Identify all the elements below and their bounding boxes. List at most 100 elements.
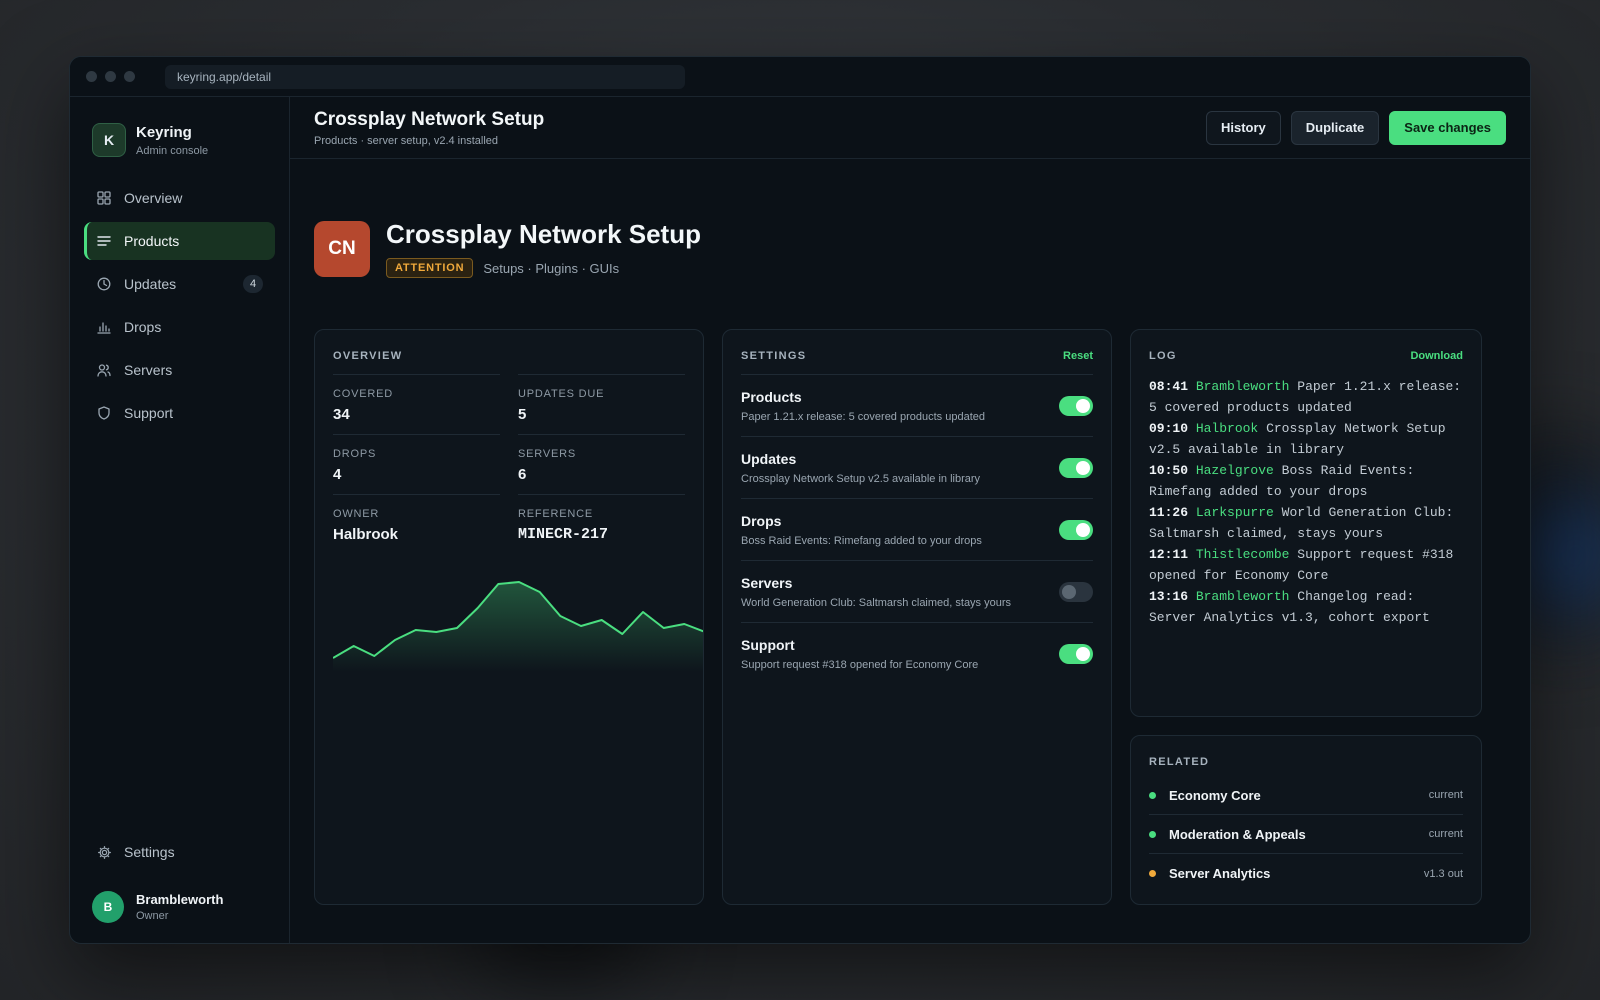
log-user: Thistlecombe — [1195, 547, 1290, 562]
card-heading: RELATED — [1149, 756, 1210, 768]
setting-description: World Generation Club: Saltmarsh claimed… — [741, 596, 1012, 609]
log-text: Boss Raid Events: Rimefang added to your… — [1149, 463, 1415, 499]
sidebar-item-support[interactable]: Support — [84, 394, 275, 432]
product-logo: CN — [314, 220, 370, 277]
updates-count-badge: 4 — [243, 275, 263, 293]
drops-toggle[interactable] — [1059, 519, 1093, 540]
log-user: Hazelgrove — [1195, 463, 1274, 478]
window-minimize-dot[interactable] — [105, 71, 116, 82]
stat-value: MINECR-217 — [518, 526, 609, 543]
stat-value: 4 — [333, 466, 342, 483]
sidebar-item-products[interactable]: Products — [84, 222, 275, 260]
log-entry: 11:26 Larkspurre World Generation Club: … — [1149, 502, 1463, 544]
log-text: World Generation Club: Saltmarsh claimed… — [1149, 505, 1454, 541]
related-status: current — [1428, 789, 1463, 801]
log-entry: 12:11 Thistlecombe Support request #318 … — [1149, 544, 1463, 586]
log-time: 10:50 — [1149, 463, 1189, 478]
related-name: Economy Core — [1169, 787, 1261, 803]
log-entry: 10:50 Hazelgrove Boss Raid Events: Rimef… — [1149, 460, 1463, 502]
stat-covered: COVERED 34 — [333, 374, 500, 434]
brand-subtitle: Admin console — [136, 144, 209, 157]
avatar: B — [92, 891, 124, 923]
log-entry: 08:41 Brambleworth Paper 1.21.x release:… — [1149, 376, 1463, 418]
user-name: Brambleworth — [136, 892, 224, 907]
brand-name: Keyring — [136, 123, 192, 141]
list-icon — [96, 233, 112, 249]
log-time: 09:10 — [1149, 421, 1189, 436]
log-entry: 09:10 Halbrook Crossplay Network Setup v… — [1149, 418, 1463, 460]
window-maximize-dot[interactable] — [124, 71, 135, 82]
log-time: 13:16 — [1149, 589, 1189, 604]
browser-window: keyring.app/detail K Keyring Admin conso… — [69, 56, 1531, 944]
sidebar-item-servers[interactable]: Servers — [84, 351, 275, 389]
sidebar-item-settings[interactable]: Settings — [84, 833, 275, 871]
sidebar-item-drops[interactable]: Drops — [84, 308, 275, 346]
servers-toggle[interactable] — [1059, 581, 1093, 602]
activity-log: 08:41 Brambleworth Paper 1.21.x release:… — [1149, 376, 1463, 628]
stat-value: Halbrook — [333, 526, 399, 543]
status-badge: ATTENTION — [386, 258, 474, 278]
duplicate-button[interactable]: Duplicate — [1290, 110, 1380, 145]
updates-toggle[interactable] — [1059, 457, 1093, 478]
setting-description: Paper 1.21.x release: 5 covered products… — [741, 410, 985, 423]
clock-icon — [96, 276, 112, 292]
page-title: Crossplay Network Setup — [314, 108, 545, 130]
log-text: Changelog read: Server Analytics v1.3, c… — [1149, 589, 1430, 625]
setting-title: Drops — [741, 512, 782, 529]
setting-description: Boss Raid Events: Rimefang added to your… — [741, 534, 982, 547]
window-titlebar: keyring.app/detail — [70, 57, 1530, 97]
user-profile[interactable]: B Brambleworth Owner — [84, 891, 275, 923]
related-item[interactable]: Moderation & Appeals current — [1149, 815, 1463, 854]
setting-description: Crossplay Network Setup v2.5 available i… — [741, 472, 981, 485]
main-content: Crossplay Network Setup Products · serve… — [290, 97, 1530, 943]
product-title: Crossplay Network Setup — [386, 219, 701, 249]
sidebar-item-updates[interactable]: Updates 4 — [84, 265, 275, 303]
log-time: 12:11 — [1149, 547, 1189, 562]
sidebar-item-label: Settings — [124, 844, 175, 860]
sidebar-nav: Overview Products Updates 4 Drops Server… — [70, 179, 289, 432]
related-name: Moderation & Appeals — [1169, 826, 1306, 842]
window-close-dot[interactable] — [86, 71, 97, 82]
setting-title: Support — [741, 636, 795, 653]
address-bar[interactable]: keyring.app/detail — [165, 64, 685, 89]
stat-updates-due: UPDATES DUE 5 — [518, 374, 685, 434]
setting-description: Support request #318 opened for Economy … — [741, 658, 979, 671]
stat-label: SERVERS — [518, 448, 576, 460]
save-changes-button[interactable]: Save changes — [1389, 110, 1506, 145]
overview-card: OVERVIEW COVERED 34 UPDATES DUE 5 DROPS … — [314, 329, 704, 905]
setting-row-servers: Servers World Generation Club: Saltmarsh… — [741, 560, 1093, 622]
shield-icon — [96, 405, 112, 421]
log-time: 11:26 — [1149, 505, 1189, 520]
related-name: Server Analytics — [1169, 866, 1271, 881]
stat-owner: OWNER Halbrook — [333, 494, 500, 554]
download-link[interactable]: Download — [1410, 350, 1463, 362]
stat-value: 6 — [518, 466, 527, 483]
status-dot — [1149, 791, 1156, 799]
products-toggle[interactable] — [1059, 395, 1093, 416]
brand: K Keyring Admin console — [70, 97, 289, 157]
sidebar: K Keyring Admin console Overview Product… — [70, 97, 290, 943]
related-item[interactable]: Server Analytics v1.3 out — [1149, 854, 1463, 893]
users-icon — [96, 362, 112, 378]
sidebar-item-overview[interactable]: Overview — [84, 179, 275, 217]
user-role: Owner — [136, 910, 169, 922]
related-item[interactable]: Economy Core current — [1149, 776, 1463, 815]
status-dot — [1149, 830, 1156, 838]
setting-row-drops: Drops Boss Raid Events: Rimefang added t… — [741, 498, 1093, 560]
product-tags: Setups · Plugins · GUIs — [483, 260, 620, 276]
support-toggle[interactable] — [1059, 643, 1093, 664]
stat-label: OWNER — [333, 508, 380, 520]
bar-chart-icon — [96, 319, 112, 335]
setting-row-updates: Updates Crossplay Network Setup v2.5 ava… — [741, 436, 1093, 498]
stat-servers: SERVERS 6 — [518, 434, 685, 494]
setting-title: Products — [741, 388, 802, 405]
card-heading: SETTINGS — [741, 350, 807, 362]
history-button[interactable]: History — [1205, 110, 1281, 145]
stat-reference: REFERENCE MINECR-217 — [518, 494, 685, 554]
related-status: v1.3 out — [1423, 867, 1463, 880]
reset-link[interactable]: Reset — [1063, 350, 1093, 362]
stat-label: COVERED — [333, 388, 393, 400]
stat-drops: DROPS 4 — [333, 434, 500, 494]
log-user: Halbrook — [1195, 421, 1259, 436]
gear-icon — [96, 844, 112, 860]
